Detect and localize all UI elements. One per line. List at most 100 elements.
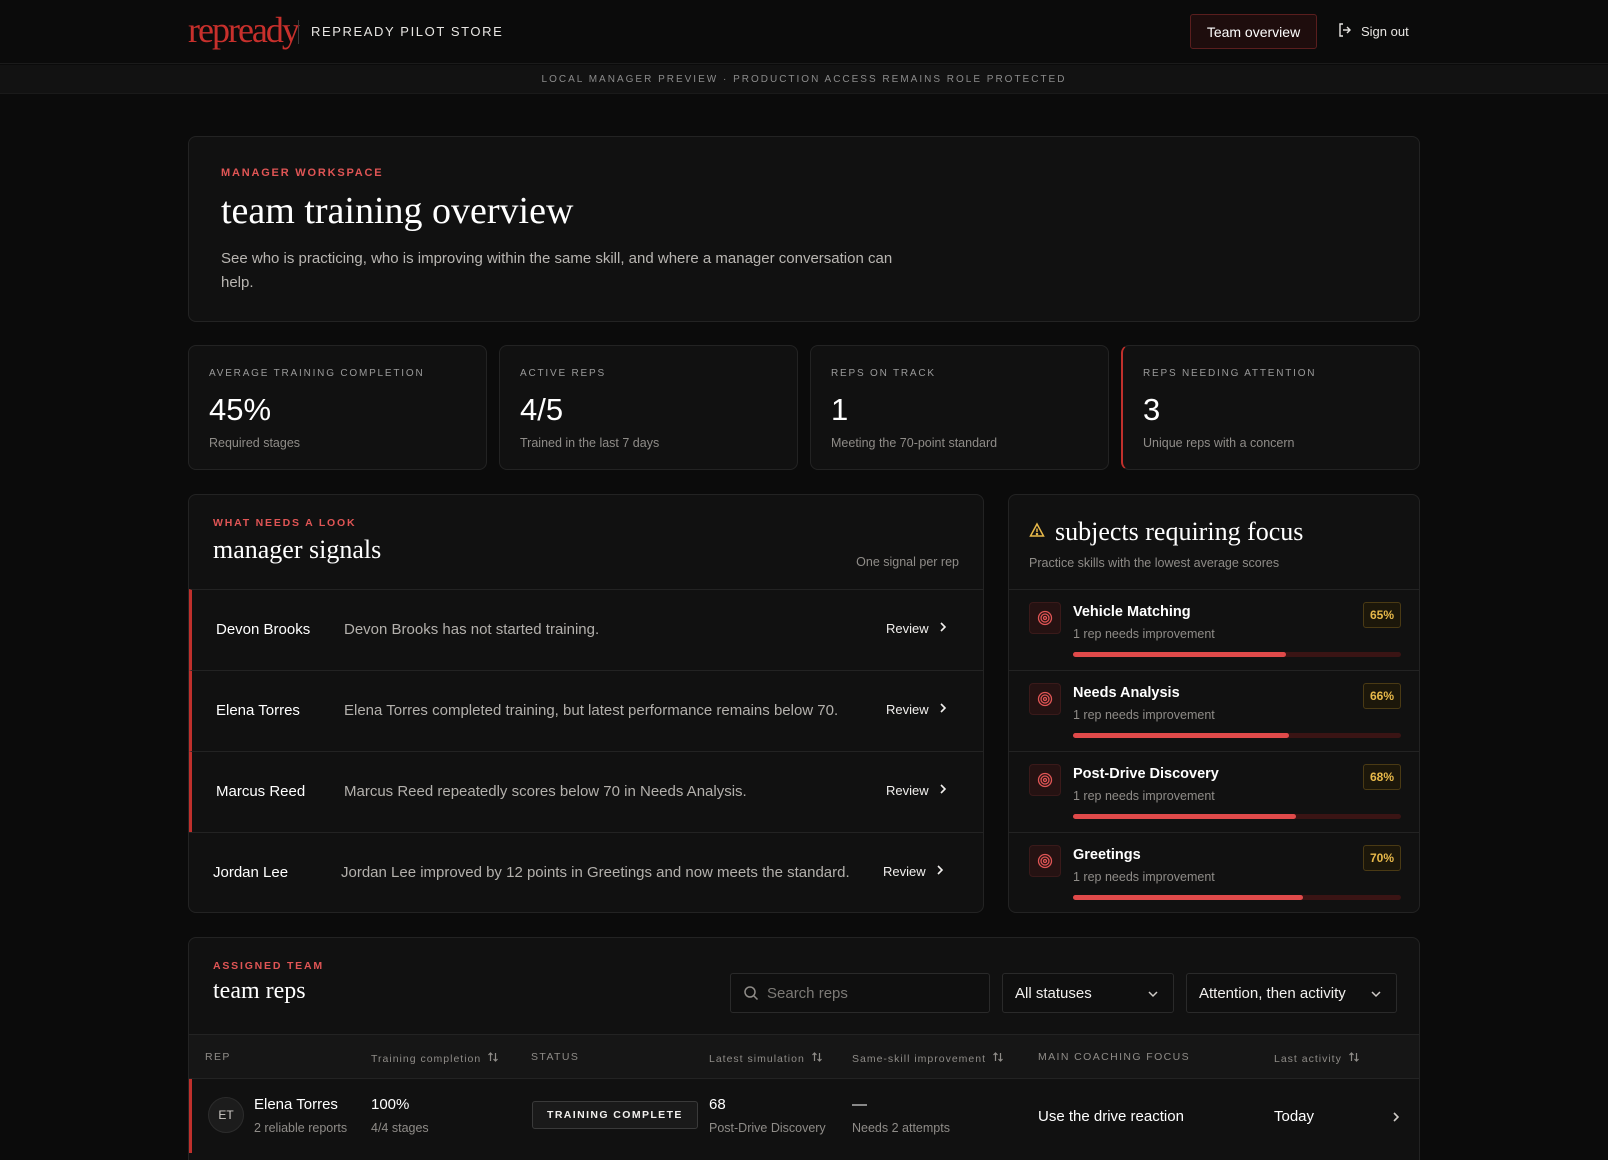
signal-rep-name: Jordan Lee — [213, 864, 289, 881]
warning-icon — [1029, 521, 1045, 543]
column-coaching-focus: MAIN COACHING FOCUS — [1038, 1051, 1191, 1063]
signal-rep-name: Elena Torres — [216, 702, 300, 719]
focus-subtitle: Practice skills with the lowest average … — [1029, 556, 1280, 570]
focus-header: subjects requiring focus — [1029, 517, 1303, 547]
target-icon — [1029, 683, 1061, 715]
reps-eyebrow: ASSIGNED TEAM — [213, 960, 324, 972]
sort-value: Attention, then activity — [1199, 984, 1346, 1002]
stat-sub: Meeting the 70-point standard — [831, 436, 998, 450]
table-row[interactable]: ET Elena Torres 2 reliable reports 100% … — [189, 1079, 1419, 1153]
signal-text: Devon Brooks has not started training. — [344, 621, 600, 638]
page-title: team training overview — [221, 190, 574, 232]
status-badge: TRAINING COMPLETE — [532, 1101, 698, 1129]
skill-item: Vehicle Matching 1 rep needs improvement… — [1009, 589, 1419, 670]
review-button[interactable]: Review — [883, 864, 944, 879]
chevron-right-icon — [939, 621, 947, 636]
coaching-focus: Use the drive reaction — [1038, 1108, 1184, 1125]
skill-score-badge: 68% — [1362, 764, 1401, 790]
sort-icon — [811, 1051, 823, 1066]
signal-row: Marcus Reed Marcus Reed repeatedly score… — [189, 751, 983, 832]
skill-progress-fill — [1073, 895, 1303, 900]
stat-sub: Trained in the last 7 days — [520, 436, 660, 450]
review-button[interactable]: Review — [886, 621, 947, 636]
column-rep: REP — [205, 1051, 231, 1063]
stat-label: ACTIVE REPS — [520, 368, 606, 379]
stat-value: 45% — [209, 392, 272, 427]
latest-skill: Post-Drive Discovery — [709, 1121, 826, 1135]
chevron-right-icon[interactable] — [1392, 1110, 1400, 1128]
review-button[interactable]: Review — [886, 702, 947, 717]
column-status: STATUS — [531, 1051, 580, 1063]
focus-subjects-panel: subjects requiring focus Practice skills… — [1008, 494, 1420, 913]
stat-value: 1 — [831, 392, 849, 427]
chevron-right-icon — [936, 864, 944, 879]
manager-signals-panel: WHAT NEEDS A LOOK manager signals One si… — [188, 494, 984, 913]
sign-out-label: Sign out — [1361, 24, 1409, 39]
stat-value: 4/5 — [520, 392, 564, 427]
sort-icon — [1348, 1051, 1360, 1066]
skill-sub: 1 rep needs improvement — [1073, 627, 1215, 641]
sort-icon — [487, 1051, 499, 1066]
sort-select[interactable]: Attention, then activity — [1186, 973, 1397, 1013]
skill-progress-fill — [1073, 652, 1287, 657]
skill-sub: 1 rep needs improvement — [1073, 789, 1215, 803]
improvement-value: — — [852, 1096, 867, 1113]
skill-progress-fill — [1073, 733, 1290, 738]
skill-item: Greetings 1 rep needs improvement 70% — [1009, 832, 1419, 912]
repready-logo[interactable]: repready — [188, 10, 300, 50]
chevron-down-icon — [1147, 985, 1159, 1002]
stat-label: AVERAGE TRAINING COMPLETION — [209, 368, 425, 379]
review-label: Review — [886, 783, 929, 798]
column-training-completion[interactable]: Training completion — [371, 1051, 499, 1066]
signal-rep-name: Marcus Reed — [216, 783, 306, 800]
status-filter-select[interactable]: All statuses — [1002, 973, 1174, 1013]
signal-row: Elena Torres Elena Torres completed trai… — [189, 670, 983, 751]
column-latest-simulation[interactable]: Latest simulation — [709, 1051, 823, 1066]
target-icon — [1029, 764, 1061, 796]
search-icon — [743, 985, 759, 1006]
skill-name: Needs Analysis — [1073, 685, 1180, 701]
search-input[interactable] — [767, 974, 981, 1012]
stat-card-active: ACTIVE REPS 4/5 Trained in the last 7 da… — [499, 345, 798, 470]
skill-item: Needs Analysis 1 rep needs improvement 6… — [1009, 670, 1419, 751]
column-same-skill-improvement[interactable]: Same-skill improvement — [852, 1051, 1004, 1066]
team-overview-button[interactable]: Team overview — [1190, 14, 1317, 49]
status-filter-value: All statuses — [1015, 984, 1092, 1002]
stat-card-on-track: REPS ON TRACK 1 Meeting the 70-point sta… — [810, 345, 1109, 470]
sign-out-button[interactable]: Sign out — [1337, 22, 1409, 41]
review-button[interactable]: Review — [886, 783, 947, 798]
stat-value: 3 — [1143, 392, 1161, 427]
avatar: ET — [208, 1097, 244, 1133]
skill-progress-bar — [1073, 814, 1401, 819]
review-label: Review — [883, 864, 926, 879]
chevron-right-icon — [939, 783, 947, 798]
skill-score-badge: 65% — [1362, 602, 1401, 628]
stat-sub: Unique reps with a concern — [1143, 436, 1295, 450]
skill-item: Post-Drive Discovery 1 rep needs improve… — [1009, 751, 1419, 832]
stat-label: REPS ON TRACK — [831, 368, 936, 379]
target-icon — [1029, 845, 1061, 877]
focus-title: subjects requiring focus — [1055, 517, 1304, 546]
table-header: REP Training completion STATUS Latest si… — [189, 1034, 1419, 1079]
team-reps-panel: ASSIGNED TEAM team reps All statuses Att… — [188, 937, 1420, 1160]
signals-title: manager signals — [213, 535, 382, 564]
column-last-activity[interactable]: Last activity — [1274, 1051, 1360, 1066]
signals-note: One signal per rep — [856, 555, 959, 569]
logo-divider — [298, 20, 299, 44]
improvement-note: Needs 2 attempts — [852, 1121, 950, 1135]
completion-value: 100% — [371, 1096, 410, 1113]
chevron-right-icon — [939, 702, 947, 717]
review-label: Review — [886, 621, 929, 636]
sort-icon — [992, 1051, 1004, 1066]
reps-title: team reps — [213, 978, 306, 1004]
skill-progress-bar — [1073, 652, 1401, 657]
search-box — [730, 973, 990, 1013]
skill-progress-bar — [1073, 733, 1401, 738]
review-label: Review — [886, 702, 929, 717]
signal-row: Jordan Lee Jordan Lee improved by 12 poi… — [189, 832, 983, 912]
top-bar: repready REPREADY PILOT STORE Team overv… — [0, 0, 1608, 64]
hero-description: See who is practicing, who is improving … — [221, 250, 893, 291]
skill-name: Vehicle Matching — [1073, 604, 1191, 620]
signal-row: Devon Brooks Devon Brooks has not starte… — [189, 589, 983, 670]
rep-name: Elena Torres — [254, 1096, 338, 1113]
